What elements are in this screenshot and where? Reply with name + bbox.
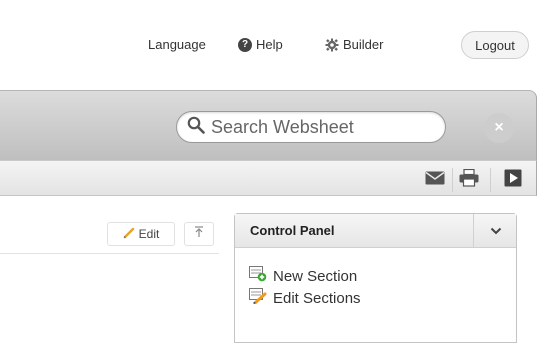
pencil-icon <box>123 227 135 242</box>
new-section-label: New Section <box>273 267 358 285</box>
control-panel: Control Panel New Section Edit Sections <box>234 213 517 343</box>
content-divider <box>0 253 219 254</box>
edit-sections-label: Edit Sections <box>273 289 361 307</box>
new-section-icon <box>249 266 267 286</box>
search-input[interactable] <box>211 116 431 138</box>
presentation-button[interactable] <box>500 168 526 192</box>
edit-sections-icon <box>249 288 267 308</box>
new-section-link[interactable]: New Section <box>249 266 357 286</box>
control-panel-toggle[interactable] <box>473 214 517 247</box>
gear-icon <box>325 38 339 52</box>
email-button[interactable] <box>422 168 448 192</box>
control-panel-title: Control Panel <box>250 223 335 238</box>
language-link[interactable]: Language <box>148 37 206 52</box>
toolbar-separator <box>452 168 453 192</box>
top-navigation: Language ? Help Builder Logout <box>0 0 543 90</box>
edit-label: Edit <box>138 227 160 241</box>
control-panel-header: Control Panel <box>235 214 516 248</box>
scroll-to-top-button[interactable] <box>184 222 214 246</box>
email-icon <box>425 171 445 190</box>
close-icon: × <box>494 119 504 136</box>
chevron-down-icon <box>490 222 502 240</box>
edit-sections-link[interactable]: Edit Sections <box>249 288 361 308</box>
logout-button[interactable]: Logout <box>461 31 529 59</box>
search-field[interactable] <box>176 111 446 143</box>
language-label: Language <box>148 37 206 52</box>
help-label: Help <box>256 37 283 52</box>
print-button[interactable] <box>456 168 482 192</box>
toolbar-separator <box>490 168 491 192</box>
search-icon <box>187 116 205 139</box>
builder-label: Builder <box>343 37 384 52</box>
builder-link[interactable]: Builder <box>325 37 383 52</box>
present-icon <box>504 169 522 192</box>
help-icon: ? <box>238 37 252 52</box>
edit-button[interactable]: Edit <box>107 222 175 246</box>
help-link[interactable]: ? Help <box>238 37 283 52</box>
print-icon <box>459 168 479 192</box>
close-button[interactable]: × <box>484 113 514 143</box>
arrow-up-icon <box>194 225 204 243</box>
